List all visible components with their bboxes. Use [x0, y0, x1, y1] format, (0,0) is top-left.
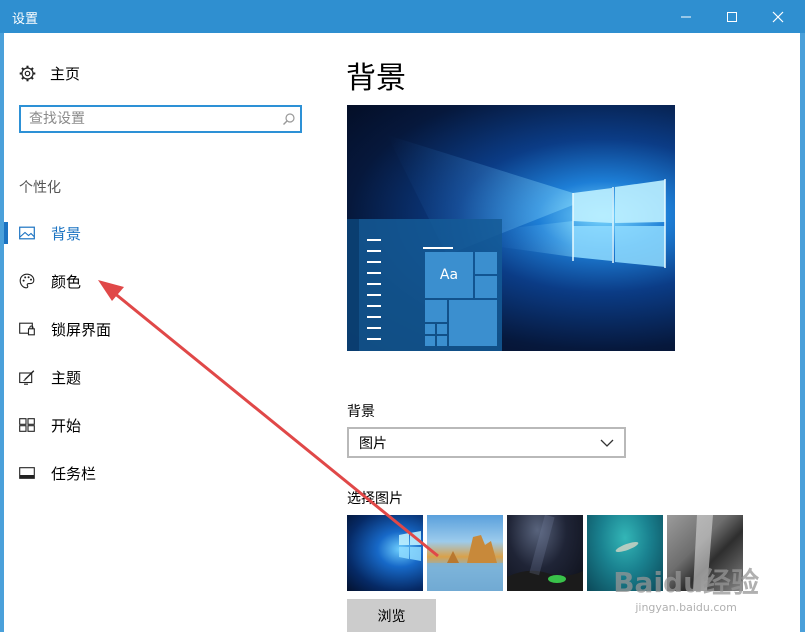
page-title: 背景 — [346, 61, 406, 96]
thumbnail-night-sky[interactable] — [507, 515, 583, 591]
main-content: 背景 Aa 背景 图片 选择图片 浏览 — [324, 33, 800, 632]
home-link[interactable]: 主页 — [19, 63, 80, 84]
chevron-down-icon — [600, 439, 614, 447]
maximize-icon — [727, 11, 737, 22]
picture-icon — [19, 226, 35, 240]
watermark-url: jingyan.baidu.com — [635, 601, 737, 614]
sidebar-item-themes[interactable]: 主题 — [4, 353, 324, 401]
sidebar-item-label: 主题 — [51, 368, 82, 387]
gear-icon — [19, 65, 36, 82]
close-button[interactable] — [755, 0, 801, 33]
thumbnail-beach-rocks[interactable] — [427, 515, 503, 591]
minimize-icon — [681, 16, 691, 17]
close-icon — [772, 11, 784, 22]
baidu-watermark: Baidu经验 jingyan.baidu.com — [613, 561, 759, 614]
search-icon[interactable] — [278, 112, 300, 126]
start-tiles-icon — [19, 418, 35, 432]
search-input[interactable] — [21, 110, 278, 128]
sidebar-item-label: 开始 — [51, 416, 82, 435]
sidebar-item-background[interactable]: 背景 — [4, 209, 324, 257]
background-type-dropdown[interactable]: 图片 — [347, 427, 626, 458]
background-preview: Aa — [347, 105, 675, 351]
window-title: 设置 — [12, 12, 39, 27]
sidebar-item-start[interactable]: 开始 — [4, 401, 324, 449]
sidebar-item-taskbar[interactable]: 任务栏 — [4, 449, 324, 497]
minimize-button[interactable] — [663, 0, 709, 33]
watermark-brand: Baidu经验 — [613, 566, 759, 599]
thumbnail-windows-hero[interactable] — [347, 515, 423, 591]
maximize-button[interactable] — [709, 0, 755, 33]
section-label-personalization: 个性化 — [19, 180, 61, 196]
sidebar-item-label: 锁屏界面 — [51, 320, 112, 339]
lock-screen-icon — [19, 322, 35, 336]
choose-picture-label: 选择图片 — [347, 491, 403, 507]
home-label: 主页 — [50, 65, 81, 83]
sidebar-item-label: 背景 — [51, 224, 82, 243]
preview-tile-aa: Aa — [425, 252, 473, 298]
nav-list: 背景 颜色 锁屏界面 主题 开始 任务栏 — [4, 209, 324, 497]
background-type-value: 图片 — [359, 435, 387, 452]
title-bar: 设置 — [0, 0, 805, 33]
background-type-label: 背景 — [347, 404, 375, 420]
sidebar: 主页 个性化 背景 颜色 锁屏界面 主题 开始 任务栏 — [4, 33, 324, 632]
start-menu-preview: Aa — [347, 219, 502, 351]
sidebar-item-label: 颜色 — [51, 272, 82, 291]
sidebar-item-lock-screen[interactable]: 锁屏界面 — [4, 305, 324, 353]
sidebar-item-colors[interactable]: 颜色 — [4, 257, 324, 305]
theme-brush-icon — [19, 369, 35, 385]
browse-button[interactable]: 浏览 — [347, 599, 436, 632]
window-border-right — [800, 33, 805, 632]
start-menu-rail — [347, 219, 359, 351]
sidebar-item-label: 任务栏 — [51, 464, 97, 483]
taskbar-icon — [19, 467, 35, 479]
palette-icon — [19, 273, 35, 289]
search-box[interactable] — [19, 105, 302, 133]
